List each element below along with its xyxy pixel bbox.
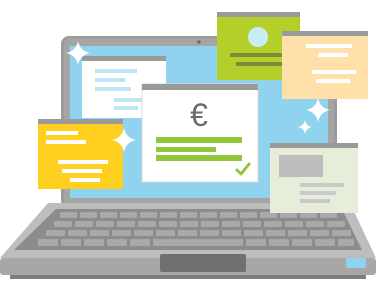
laptop-online-payment-illustration: € (0, 0, 376, 282)
payment-field-bar (156, 147, 216, 152)
euro-symbol: € (190, 97, 208, 133)
window-yellow (38, 119, 123, 189)
trackpad (160, 254, 246, 272)
key-row-4 (38, 239, 354, 246)
payment-field-bar (156, 137, 242, 143)
avatar-icon (248, 27, 268, 47)
payment-field-bar (156, 155, 242, 161)
window-pale-green (270, 143, 358, 213)
status-indicator (346, 258, 366, 268)
payment-window: € (141, 83, 259, 183)
illustration-svg: € (0, 12, 376, 279)
window-peach (282, 31, 368, 99)
webcam-icon (197, 40, 201, 44)
